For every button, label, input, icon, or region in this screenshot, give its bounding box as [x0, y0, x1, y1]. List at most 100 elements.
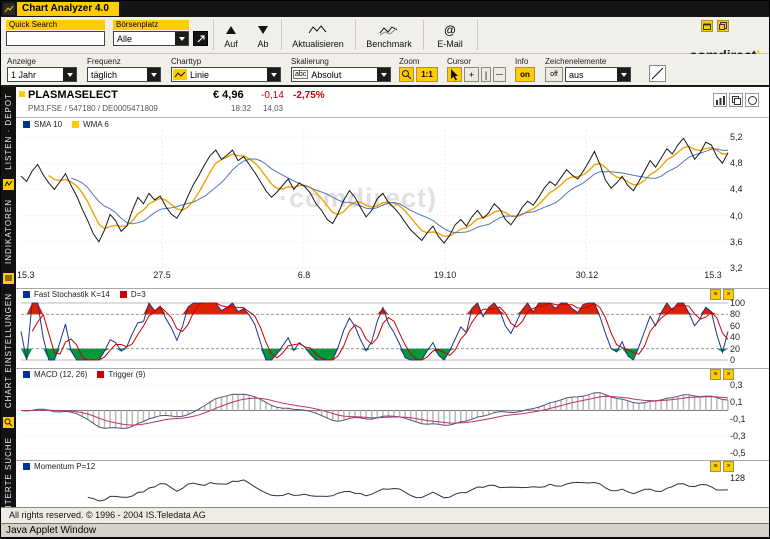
macd-close-icon[interactable]: ×: [723, 369, 734, 380]
draw-line-button[interactable]: [649, 65, 666, 82]
at-icon: @: [444, 23, 456, 37]
cursor-arrow-button[interactable]: [447, 67, 462, 82]
chevron-down-icon[interactable]: [267, 68, 280, 81]
anzeige-select[interactable]: 1 Jahr: [7, 67, 77, 82]
panel-divider: [16, 368, 769, 369]
settings-icon[interactable]: [3, 273, 14, 284]
maximize-window-icon[interactable]: [717, 20, 729, 32]
skalierung-value: Absolut: [308, 70, 377, 80]
boersenplatz-select[interactable]: Alle: [113, 31, 189, 46]
quick-search-input[interactable]: [6, 31, 105, 46]
chevron-down-icon[interactable]: [175, 32, 188, 45]
minimize-window-icon[interactable]: [701, 20, 713, 32]
chevron-down-icon[interactable]: [63, 68, 76, 81]
macd-chart[interactable]: [16, 380, 770, 458]
y-tick-label: 4,0: [730, 211, 743, 221]
momentum-chart[interactable]: [16, 470, 770, 507]
charttyp-select[interactable]: Linie: [171, 67, 281, 82]
search-icon[interactable]: [3, 417, 14, 428]
main-toolbar: Quick Search Börsenplatz Alle Auf Ab Akt…: [1, 17, 769, 54]
benchmark-icon: [359, 22, 419, 38]
y-tick-label: 60: [730, 321, 740, 331]
instrument-bullet-icon: [19, 91, 25, 97]
momentum-swatch: [23, 463, 30, 470]
stoch-d-swatch: [120, 291, 127, 298]
anzeige-value: 1 Jahr: [8, 70, 63, 80]
stochastic-settings-icon[interactable]: ≡: [710, 289, 721, 300]
cursor-hline-button[interactable]: —: [493, 67, 506, 82]
sidebar-item-chart-einstellungen[interactable]: CHART EINSTELLUNGEN: [4, 293, 13, 408]
y-tick-label: 4,4: [730, 184, 743, 194]
anzeige-label: Anzeige: [7, 57, 36, 66]
circle-icon[interactable]: [745, 93, 759, 107]
windows-icon[interactable]: [729, 93, 743, 107]
toolbar-separator: [477, 20, 478, 50]
zeichen-off-icon[interactable]: off: [545, 67, 563, 82]
magnifier-icon: [401, 69, 412, 80]
y-tick-label: 0,1: [730, 397, 743, 407]
toolbar-separator: [213, 20, 214, 50]
panel-divider: [16, 460, 769, 461]
sidebar: LISTEN · DEPOT INDIKATOREN CHART EINSTEL…: [1, 87, 16, 507]
benchmark-button[interactable]: Benchmark: [359, 19, 419, 52]
title-area: Chart Analyzer 4.0: [17, 2, 119, 16]
abc-icon: abc: [293, 70, 308, 79]
y-tick-label: 128: [730, 473, 745, 483]
panel-divider: [16, 288, 769, 289]
frequenz-label: Frequenz: [87, 57, 121, 66]
ab-button[interactable]: Ab: [249, 19, 277, 52]
macd-settings-icon[interactable]: ≡: [710, 369, 721, 380]
x-tick-label: 30.12: [567, 270, 607, 280]
zoom-reset-button[interactable]: 1:1: [416, 67, 438, 82]
instrument-header: PLASMASELECT PM3.FSE / 547180 / DE000547…: [16, 87, 769, 118]
y-tick-label: -0,1: [730, 414, 746, 424]
x-tick-label: 6.8: [284, 270, 324, 280]
toolbar-separator: [281, 20, 282, 50]
cursor-icon: [450, 69, 460, 81]
chart-refresh-icon: [285, 22, 351, 38]
zoom-label: Zoom: [399, 57, 419, 66]
trigger-legend-label: Trigger (9): [108, 370, 145, 379]
java-applet-bar: Java Applet Window: [1, 523, 769, 537]
chevron-down-icon[interactable]: [617, 68, 630, 81]
aktualisieren-button[interactable]: Aktualisieren: [285, 19, 351, 52]
indicator-icon[interactable]: [3, 179, 14, 190]
price: € 4,96: [213, 89, 244, 101]
y-tick-label: 4,8: [730, 158, 743, 168]
y-tick-label: 100: [730, 298, 745, 308]
auf-button[interactable]: Auf: [217, 19, 245, 52]
y-tick-label: 20: [730, 344, 740, 354]
x-tick-label: 15.3: [693, 270, 733, 280]
stochastic-chart[interactable]: [16, 300, 770, 364]
y-tick-label: 40: [730, 332, 740, 342]
skalierung-select[interactable]: abc Absolut: [291, 67, 391, 82]
cursor-vline-button[interactable]: |: [481, 67, 491, 82]
info-toggle[interactable]: on: [515, 67, 535, 82]
stochastic-legend: Fast Stochastik K=14 D=3: [23, 290, 146, 299]
zeichenelemente-value: aus: [566, 70, 617, 80]
charttyp-value: Linie: [187, 70, 267, 80]
zoom-in-button[interactable]: [399, 67, 414, 82]
skalierung-label: Skalierung: [291, 57, 329, 66]
bar-chart-icon[interactable]: [713, 93, 727, 107]
sidebar-item-indikatoren[interactable]: INDIKATOREN: [4, 199, 13, 264]
zeichenelemente-select[interactable]: aus: [565, 67, 631, 82]
boersenplatz-value: Alle: [114, 34, 175, 44]
instrument-name: PLASMASELECT: [28, 89, 118, 101]
title-bar: Chart Analyzer 4.0: [1, 1, 769, 17]
sidebar-item-listen-depot[interactable]: LISTEN · DEPOT: [4, 93, 13, 170]
cursor-cross-button[interactable]: +: [464, 67, 479, 82]
boersenplatz-go-button[interactable]: [193, 31, 208, 46]
x-tick-label: 27.5: [142, 270, 182, 280]
info-label: Info: [515, 57, 528, 66]
price-chart[interactable]: [16, 117, 770, 287]
chevron-down-icon[interactable]: [147, 68, 160, 81]
stoch-k-legend-label: Fast Stochastik K=14: [34, 290, 110, 299]
copyright-text: All rights reserved. © 1996 - 2004 IS.Te…: [9, 510, 206, 520]
email-button[interactable]: @ E-Mail: [427, 19, 473, 52]
diagonal-line-icon: [651, 67, 664, 80]
y-tick-label: 80: [730, 309, 740, 319]
boersenplatz-label: Börsenplatz: [113, 20, 189, 30]
trigger-swatch: [97, 371, 104, 378]
chevron-down-icon[interactable]: [377, 68, 390, 81]
